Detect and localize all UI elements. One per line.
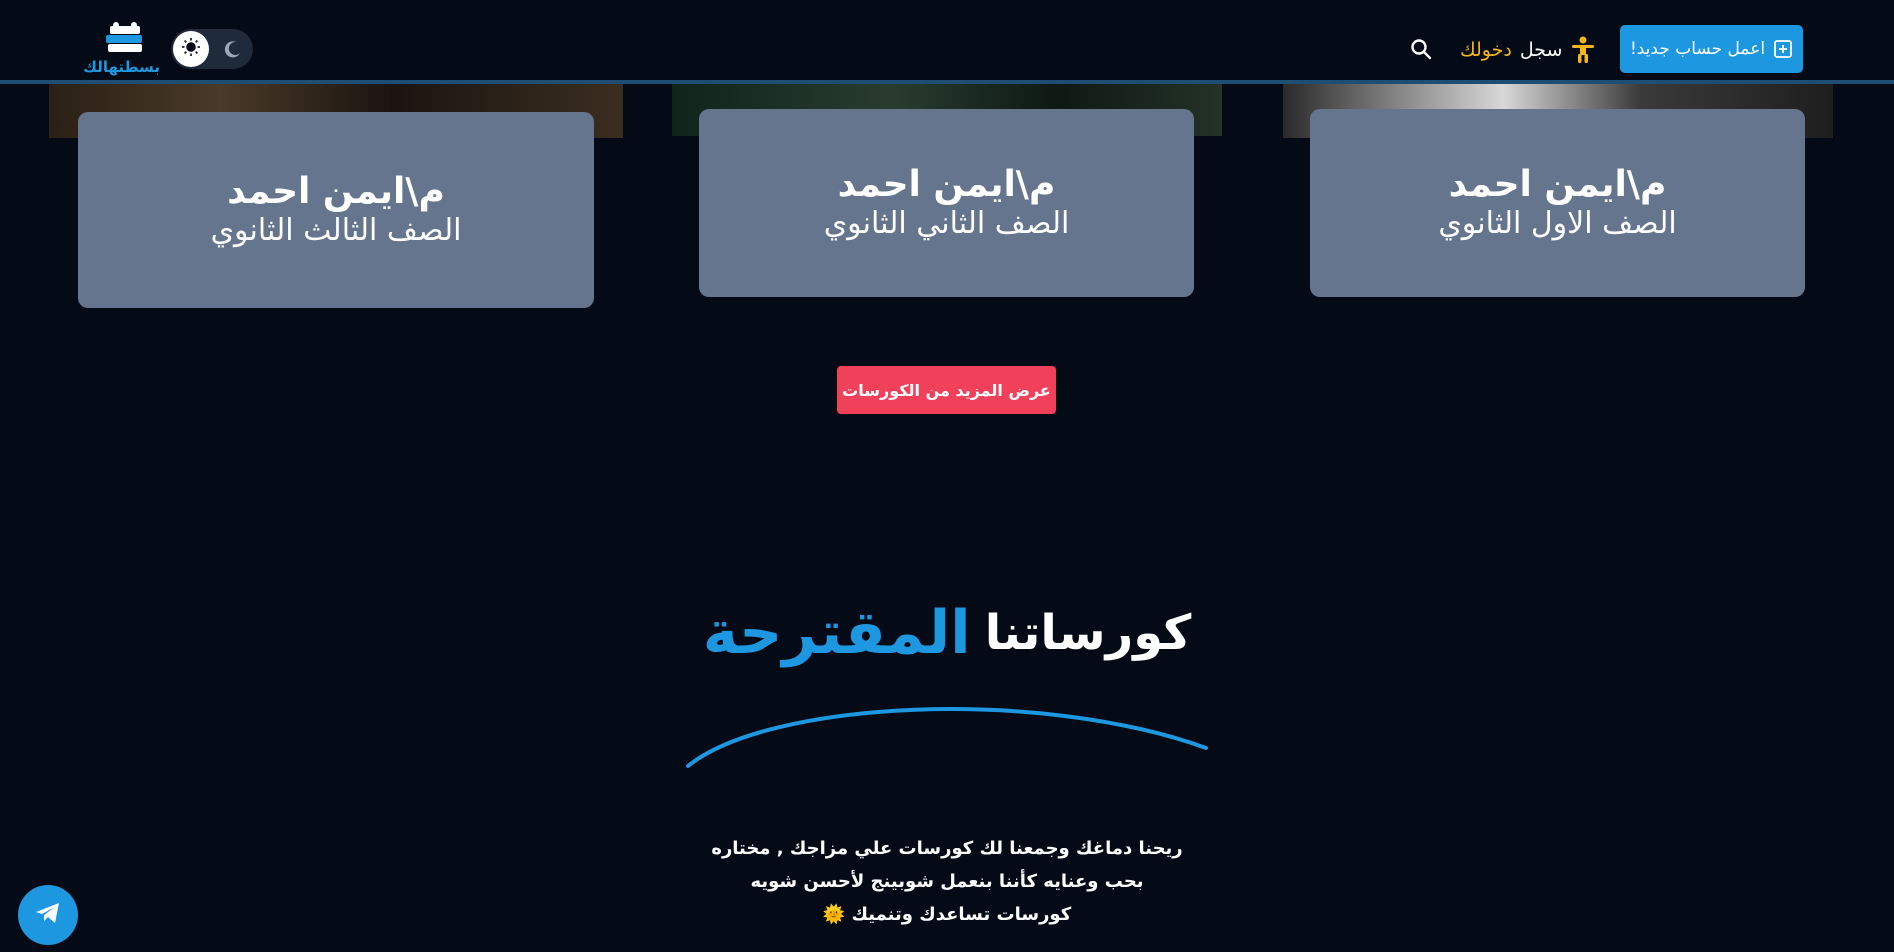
telegram-button[interactable] [18, 885, 78, 945]
moon-icon [223, 39, 243, 59]
section-title: كورساتنا المقترحة [700, 598, 1194, 668]
login-label-entry: دخولك [1460, 39, 1512, 61]
login-label-sign: سجل [1519, 39, 1563, 61]
course-grade: الصف الاول الثانوي [1438, 205, 1677, 241]
decorative-arc [686, 707, 1208, 768]
description-line: كورسات تساعدك وتنميك 🌞 [822, 904, 1072, 925]
section-title-suggested: المقترحة [702, 598, 971, 668]
course-card-first[interactable]: م\ايمن احمد الصف الاول الثانوي [1310, 109, 1805, 297]
more-courses-button[interactable]: عرض المزيد من الكورسات [837, 366, 1056, 414]
search-icon[interactable] [1410, 38, 1432, 60]
accessibility-icon [1570, 36, 1596, 64]
signup-label: اعمل حساب جديد! [1629, 39, 1766, 59]
signup-button[interactable]: اعمل حساب جديد! [1620, 25, 1803, 73]
course-card-second[interactable]: م\ايمن احمد الصف الثاني الثانوي [699, 109, 1194, 297]
top-navbar: اعمل حساب جديد! سجل دخولك بسطتهالك [0, 0, 1894, 84]
section-title-courses: كورساتنا [984, 605, 1192, 661]
login-link[interactable]: سجل دخولك [1460, 34, 1596, 66]
course-teacher: م\ايمن احمد [1448, 164, 1667, 206]
section-description: ريحنا دماغك وجمعنا لك كورسات علي مزاجك ,… [650, 832, 1244, 931]
site-logo[interactable]: بسطتهالك [83, 20, 160, 76]
plus-square-icon [1773, 39, 1793, 59]
course-teacher: م\ايمن احمد [227, 171, 445, 213]
description-line: بحب وعنايه كأننا بنعمل شوبينج لأحسن شويه [750, 871, 1144, 892]
course-card-third[interactable]: م\ايمن احمد الصف الثالث الثانوي [78, 112, 594, 308]
telegram-icon [33, 898, 63, 932]
course-grade: الصف الثالث الثانوي [210, 212, 462, 248]
description-line: ريحنا دماغك وجمعنا لك كورسات علي مزاجك ,… [711, 838, 1183, 859]
course-teacher: م\ايمن احمد [837, 164, 1056, 206]
logo-text: بسطتهالك [83, 58, 160, 76]
course-grade: الصف الثاني الثانوي [823, 205, 1070, 241]
sun-icon [181, 37, 201, 61]
theme-toggle-knob [173, 31, 209, 67]
theme-toggle[interactable] [171, 29, 253, 69]
